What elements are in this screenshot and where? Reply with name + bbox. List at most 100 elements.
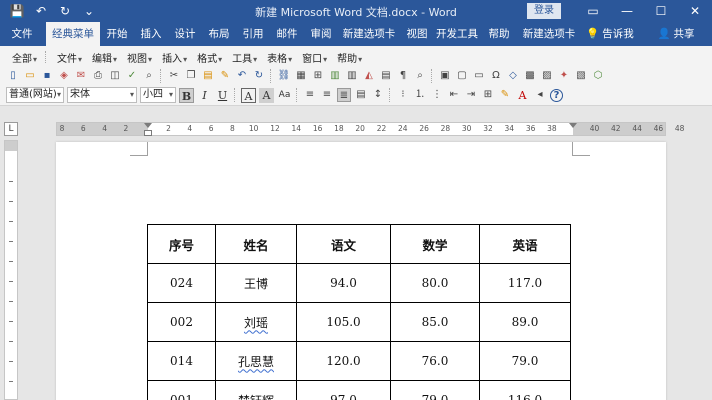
table-cell[interactable]: 116.0 [479, 380, 571, 400]
print-preview-icon[interactable]: ◫ [108, 69, 122, 83]
menu-insert[interactable]: 插入▾ [158, 50, 191, 65]
font-color-button[interactable]: A [515, 88, 530, 103]
document-map-icon[interactable]: ▤ [379, 69, 393, 83]
increase-indent-icon[interactable]: ⇥ [464, 88, 478, 102]
cut-icon[interactable]: ✂ [167, 69, 181, 83]
zoom-icon[interactable]: ⌕ [413, 69, 427, 83]
new-document-icon[interactable]: ▯ [6, 69, 20, 83]
show-hide-icon[interactable]: ¶ [396, 69, 410, 83]
table-cell[interactable]: 85.0 [390, 302, 480, 342]
table-cell[interactable]: 楚钰辉 [215, 380, 297, 400]
font-name-dropdown[interactable]: 宋体 ▾ [67, 87, 137, 103]
table-cell[interactable]: 79.0 [479, 341, 571, 381]
decrease-indent-icon[interactable]: ⇤ [447, 88, 461, 102]
line-spacing-icon[interactable]: ↕ [371, 88, 385, 102]
wordart-icon[interactable]: ✦ [557, 69, 571, 83]
menu-table[interactable]: 表格▾ [263, 50, 296, 65]
menu-tools[interactable]: 工具▾ [228, 50, 261, 65]
table-cell[interactable]: 79.0 [390, 380, 480, 400]
paste-icon[interactable]: ▤ [201, 69, 215, 83]
change-case-button[interactable]: Aa [277, 88, 292, 103]
symbol-icon[interactable]: Ω [489, 69, 503, 83]
spelling-check-icon[interactable]: ✓ [125, 69, 139, 83]
distributed-icon[interactable]: ▤ [354, 88, 368, 102]
ribbon-display-options-icon[interactable]: ▭ [576, 0, 610, 22]
document-page[interactable]: 序号 姓名 语文 数学 英语 024 王博 94.0 80.0 117.0 00… [56, 142, 666, 400]
read-mode-icon[interactable]: ▣ [438, 69, 452, 83]
comment-icon[interactable]: ▭ [472, 69, 486, 83]
redo-icon[interactable]: ↻ [252, 69, 266, 83]
picture-icon[interactable]: ▨ [540, 69, 554, 83]
menu-edit[interactable]: 编辑▾ [88, 50, 121, 65]
first-line-indent-marker[interactable] [144, 123, 152, 128]
align-justify-icon[interactable]: ≣ [337, 88, 351, 102]
table-cell[interactable]: 王博 [215, 263, 297, 303]
font-size-dropdown[interactable]: 小四 ▾ [140, 87, 176, 103]
tab-design[interactable]: 设计 [170, 22, 200, 46]
close-button[interactable]: ✕ [678, 0, 712, 22]
tab-new-tab-2[interactable]: 新建选项卡 [520, 22, 578, 46]
tell-me-search[interactable]: 💡 告诉我 [582, 22, 638, 46]
underline-button[interactable]: U [215, 88, 230, 103]
tab-review[interactable]: 审阅 [306, 22, 336, 46]
format-painter-icon[interactable]: ✎ [218, 69, 232, 83]
menu-view[interactable]: 视图▾ [123, 50, 156, 65]
permission-icon[interactable]: ◈ [57, 69, 71, 83]
left-indent-marker[interactable] [144, 130, 152, 136]
columns-icon[interactable]: ▥ [345, 69, 359, 83]
text-box-icon[interactable]: ▢ [455, 69, 469, 83]
character-border-button[interactable]: A [241, 87, 256, 103]
save-icon[interactable]: ▪ [40, 69, 54, 83]
vertical-ruler[interactable] [4, 140, 18, 400]
login-button[interactable]: 登录 [527, 3, 561, 19]
table-cell[interactable]: 024 [147, 263, 216, 303]
copy-icon[interactable]: ❐ [184, 69, 198, 83]
menu-window[interactable]: 窗口▾ [298, 50, 331, 65]
tab-file[interactable]: 文件 [6, 22, 38, 46]
style-dropdown[interactable]: 普通(网站) ▾ [6, 87, 64, 103]
menu-file[interactable]: 文件▾ [53, 50, 86, 65]
character-shading-button[interactable]: A [259, 87, 274, 103]
table-cell[interactable]: 120.0 [296, 341, 391, 381]
insert-table-icon[interactable]: ⊞ [311, 69, 325, 83]
drawing-icon[interactable]: ◭ [362, 69, 376, 83]
hyperlink-icon[interactable]: ⛓ [277, 69, 291, 83]
horizontal-ruler[interactable]: 8 6 4 2 2 4 6 8 10 12 14 16 18 20 22 24 26 28 30 32 34 36 38 40… [56, 122, 684, 136]
tab-layout[interactable]: 布局 [204, 22, 234, 46]
styles-pane-icon[interactable]: ◂ [533, 88, 547, 102]
menu-all[interactable]: 全部▾ [8, 50, 41, 65]
table-cell[interactable]: 80.0 [390, 263, 480, 303]
chart-icon[interactable]: ▩ [523, 69, 537, 83]
tab-help[interactable]: 帮助 [484, 22, 514, 46]
italic-button[interactable]: I [197, 88, 212, 103]
shapes-icon[interactable]: ◇ [506, 69, 520, 83]
tab-home[interactable]: 开始 [102, 22, 132, 46]
share-button[interactable]: 👤 共享 [652, 22, 700, 46]
table-cell[interactable]: 97.0 [296, 380, 391, 400]
header-cell-name[interactable]: 姓名 [215, 224, 297, 264]
maximize-button[interactable]: ☐ [644, 0, 678, 22]
help-icon[interactable]: ? [550, 88, 563, 102]
screenshot-icon[interactable]: ▧ [574, 69, 588, 83]
numbering-icon[interactable]: ⒈ [413, 88, 427, 102]
header-cell-english[interactable]: 英语 [479, 224, 571, 264]
tab-mailings[interactable]: 邮件 [272, 22, 302, 46]
smartart-icon[interactable]: ⬡ [591, 69, 605, 83]
header-cell-math[interactable]: 数学 [390, 224, 480, 264]
menu-format[interactable]: 格式▾ [193, 50, 226, 65]
highlight-icon[interactable]: ✎ [498, 88, 512, 102]
table-cell[interactable]: 孔思慧 [215, 341, 297, 381]
tab-insert[interactable]: 插入 [136, 22, 166, 46]
align-left-icon[interactable]: ≡ [303, 88, 317, 102]
tab-selector[interactable]: L [4, 122, 18, 136]
tab-view[interactable]: 视图 [402, 22, 432, 46]
open-folder-icon[interactable]: ▭ [23, 69, 37, 83]
grades-table[interactable]: 序号 姓名 语文 数学 英语 024 王博 94.0 80.0 117.0 00… [147, 224, 571, 400]
research-icon[interactable]: ⌕ [142, 69, 156, 83]
table-cell[interactable]: 001 [147, 380, 216, 400]
table-cell[interactable]: 76.0 [390, 341, 480, 381]
table-cell[interactable]: 94.0 [296, 263, 391, 303]
table-cell[interactable]: 002 [147, 302, 216, 342]
right-indent-marker[interactable] [569, 123, 577, 128]
minimize-button[interactable]: — [610, 0, 644, 22]
